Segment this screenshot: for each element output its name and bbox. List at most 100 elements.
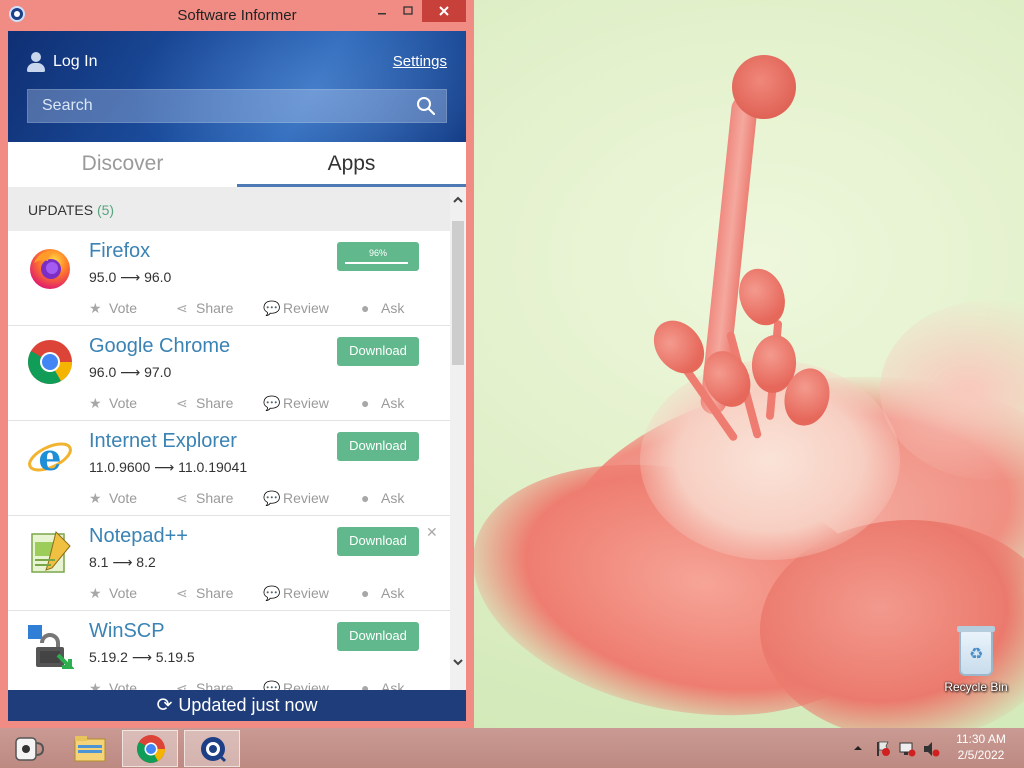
taskbar-item-software-informer[interactable]	[184, 730, 240, 767]
network-icon[interactable]	[899, 742, 916, 757]
close-icon	[439, 6, 449, 16]
star-icon: ★	[89, 395, 102, 411]
show-hidden-icons-icon[interactable]	[854, 746, 862, 750]
ask-button[interactable]: ● Ask	[361, 395, 404, 411]
app-actions: ★ Vote ⋖ Share 💬 Review ● Ask	[89, 395, 419, 413]
taskbar-item-chrome[interactable]	[122, 730, 178, 767]
updates-list[interactable]: UPDATES (5) Firefox 95.0 ⟶ 96.0 96% ★ Vo…	[8, 187, 466, 690]
review-button[interactable]: 💬 Review	[263, 395, 329, 412]
refresh-icon[interactable]: ⟳	[156, 691, 172, 721]
download-button[interactable]: Download	[337, 527, 419, 556]
app-name[interactable]: WinSCP	[89, 620, 165, 643]
app-row-notepadpp: Notepad++ 8.1 ⟶ 8.2 Download ✕ ★ Vote ⋖ Sh…	[8, 516, 450, 611]
download-button[interactable]: Download	[337, 622, 419, 651]
ask-button[interactable]: ● Ask	[361, 585, 404, 601]
app-version: 11.0.9600 ⟶ 11.0.19041	[89, 459, 248, 475]
winscp-icon	[28, 625, 74, 669]
review-icon: 💬	[263, 395, 281, 411]
share-button[interactable]: ⋖ Share	[176, 585, 233, 602]
software-informer-icon	[201, 737, 227, 763]
star-icon: ★	[89, 490, 102, 506]
app-header: Log In Settings	[8, 31, 466, 191]
progress-percent: 96%	[368, 248, 387, 258]
app-actions: ★ Vote ⋖ Share 💬 Review ● Ask	[89, 300, 419, 318]
minimize-button[interactable]	[372, 0, 392, 22]
share-button[interactable]: ⋖ Share	[176, 395, 233, 412]
app-version: 5.19.2 ⟶ 5.19.5	[89, 649, 195, 665]
ie-icon: e	[28, 437, 72, 479]
taskbar-item-file-explorer[interactable]	[62, 730, 118, 767]
vote-button[interactable]: ★ Vote	[89, 490, 137, 507]
vote-button[interactable]: ★ Vote	[89, 680, 137, 690]
scroll-thumb[interactable]	[452, 221, 464, 365]
app-version: 95.0 ⟶ 96.0	[89, 269, 172, 285]
ask-button[interactable]: ● Ask	[361, 680, 404, 690]
status-footer[interactable]: ⟳ Updated just now	[8, 690, 466, 721]
updates-header: UPDATES (5)	[8, 187, 450, 231]
search-box[interactable]	[27, 89, 447, 123]
action-center-flag-icon[interactable]	[877, 741, 890, 756]
vote-button[interactable]: ★ Vote	[89, 585, 137, 602]
vote-button[interactable]: ★ Vote	[89, 395, 137, 412]
review-button[interactable]: 💬 Review	[263, 585, 329, 602]
ask-button[interactable]: ● Ask	[361, 300, 404, 316]
dismiss-icon[interactable]: ✕	[426, 524, 438, 541]
ask-icon: ●	[361, 490, 370, 506]
share-icon: ⋖	[176, 490, 188, 506]
user-icon[interactable]	[26, 52, 46, 72]
download-button[interactable]: Download	[337, 432, 419, 461]
close-button[interactable]	[422, 0, 466, 22]
notepadpp-icon	[31, 531, 71, 573]
share-button[interactable]: ⋖ Share	[176, 490, 233, 507]
review-button[interactable]: 💬 Review	[263, 490, 329, 507]
system-tray	[848, 734, 948, 762]
app-name[interactable]: Google Chrome	[89, 335, 230, 358]
review-button[interactable]: 💬 Review	[263, 680, 329, 690]
recycle-bin[interactable]: ♻ Recycle Bin	[940, 626, 1012, 694]
star-icon: ★	[89, 680, 102, 690]
star-icon: ★	[89, 585, 102, 601]
volume-muted-icon[interactable]	[924, 742, 940, 757]
app-content: Log In Settings Discover Apps UPDATES (5…	[8, 31, 466, 721]
settings-link[interactable]: Settings	[393, 53, 447, 70]
scroll-up-icon[interactable]	[450, 195, 466, 211]
app-actions: ★ Vote ⋖ Share 💬 Review ● Ask	[89, 680, 419, 690]
share-button[interactable]: ⋖ Share	[176, 300, 233, 317]
share-button[interactable]: ⋖ Share	[176, 680, 233, 690]
app-version: 96.0 ⟶ 97.0	[89, 364, 172, 380]
vote-button[interactable]: ★ Vote	[89, 300, 137, 317]
app-name[interactable]: Firefox	[89, 240, 150, 263]
clock-time: 11:30 AM	[956, 732, 1006, 746]
app-actions: ★ Vote ⋖ Share 💬 Review ● Ask	[89, 490, 419, 508]
review-icon: 💬	[263, 300, 281, 316]
taskbar-item-coffee[interactable]	[2, 730, 58, 767]
progress-bar-fill	[345, 262, 408, 264]
app-name[interactable]: Notepad++	[89, 525, 188, 548]
ask-icon: ●	[361, 395, 370, 411]
list-scrollbar[interactable]	[450, 187, 466, 690]
footer-status: Updated just now	[178, 695, 318, 715]
login-link[interactable]: Log In	[53, 53, 97, 71]
maximize-button[interactable]	[398, 0, 418, 22]
download-progress: 96%	[337, 242, 419, 271]
tab-discover[interactable]: Discover	[8, 142, 237, 187]
download-button[interactable]: Download	[337, 337, 419, 366]
ask-icon: ●	[361, 680, 370, 690]
updates-label: UPDATES	[28, 202, 94, 218]
tab-apps[interactable]: Apps	[237, 142, 466, 187]
review-icon: 💬	[263, 490, 281, 506]
ask-icon: ●	[361, 585, 370, 601]
taskbar-clock[interactable]: 11:30 AM 2/5/2022	[946, 731, 1016, 763]
search-icon[interactable]	[416, 96, 436, 116]
ask-button[interactable]: ● Ask	[361, 490, 404, 506]
flower-anther	[731, 262, 793, 332]
search-input[interactable]	[28, 90, 408, 122]
recycle-bin-label: Recycle Bin	[944, 680, 1008, 694]
app-actions: ★ Vote ⋖ Share 💬 Review ● Ask	[89, 585, 419, 603]
review-button[interactable]: 💬 Review	[263, 300, 329, 317]
title-bar[interactable]: Software Informer	[0, 0, 474, 31]
app-name[interactable]: Internet Explorer	[89, 430, 237, 453]
share-icon: ⋖	[176, 300, 188, 316]
scroll-down-icon[interactable]	[450, 657, 466, 673]
coffee-app-icon	[15, 737, 45, 761]
